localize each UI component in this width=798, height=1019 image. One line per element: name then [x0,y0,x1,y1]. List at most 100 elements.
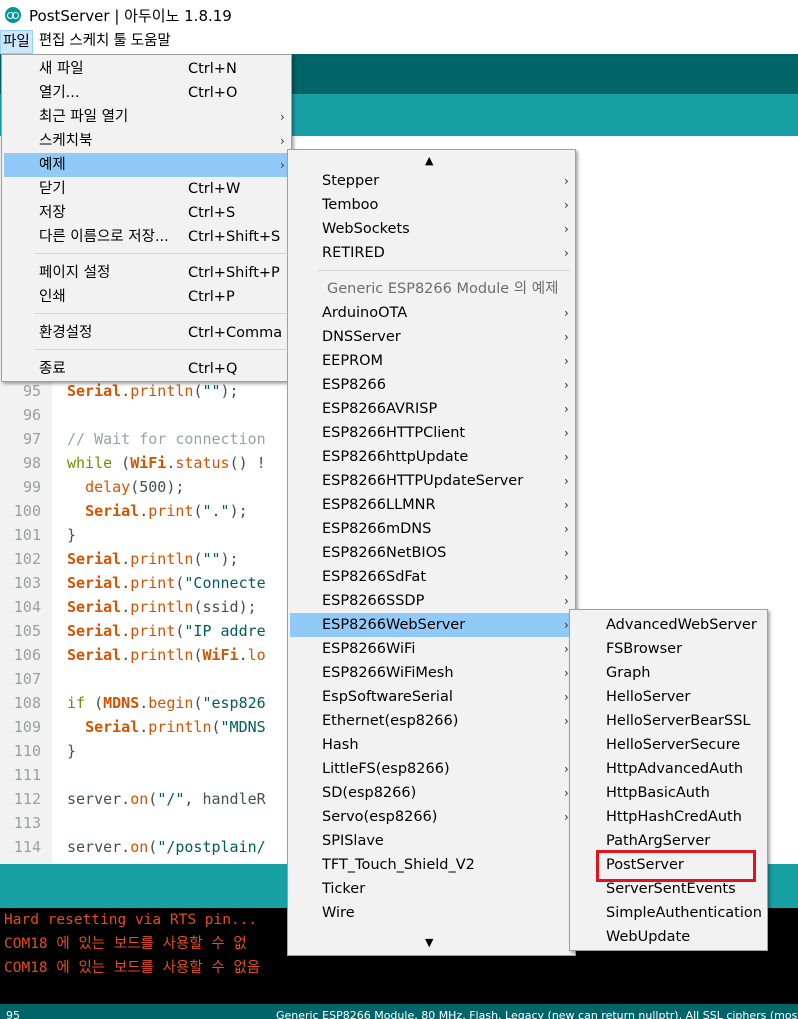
status-footer: 95 Generic ESP8266 Module, 80 MHz, Flash… [0,1004,798,1019]
line-number: 112 [13,790,41,808]
webserver-example-httpbasicauth[interactable]: HttpBasicAuth [572,781,765,805]
examples-item-wire-label: Wire [322,905,355,921]
file-menu-item-preferences-shortcut: Ctrl+Comma [188,325,283,341]
webserver-example-helloserver[interactable]: HelloServer [572,685,765,709]
examples-item-littlefs-esp8266[interactable]: LittleFS(esp8266) › [290,757,573,781]
examples-item-esp8266mdns[interactable]: ESP8266mDNS › [290,517,573,541]
file-menu-item-open[interactable]: 열기... Ctrl+O [4,81,289,105]
file-menu-item-examples[interactable]: 예제 › [4,153,289,177]
menu-tools[interactable]: 툴 [111,30,128,54]
file-menu-item-open-shortcut: Ctrl+O [188,85,238,101]
examples-item-esp8266netbios[interactable]: ESP8266NetBIOS › [290,541,573,565]
file-menu-item-close[interactable]: 닫기 Ctrl+W [4,177,289,201]
line-number: 97 [22,430,41,448]
file-menu-item-print[interactable]: 인쇄 Ctrl+P [4,285,289,309]
menu-separator [34,349,286,350]
examples-item-temboo[interactable]: Temboo › [290,193,573,217]
examples-item-esp8266httpupdate[interactable]: ESP8266httpUpdate › [290,445,573,469]
file-menu-item-sketchbook-label: 스케치북 [39,133,93,149]
examples-item-retired-label: RETIRED [322,245,385,261]
file-menu-item-save[interactable]: 저장 Ctrl+S [4,201,289,225]
menu-edit[interactable]: 편집 [37,30,68,54]
examples-item-esp8266sdfat-label: ESP8266SdFat [322,569,426,585]
webserver-example-helloserverbearssl-label: HelloServerBearSSL [606,713,751,729]
examples-item-esp8266wifi-label: ESP8266WiFi [322,641,416,657]
examples-item-dnsserver[interactable]: DNSServer › [290,325,573,349]
file-menu-item-recent[interactable]: 최근 파일 열기 › [4,105,289,129]
webserver-example-helloserver-label: HelloServer [606,689,691,705]
examples-item-esp8266httpupdateserver[interactable]: ESP8266HTTPUpdateServer › [290,469,573,493]
file-menu-item-page-setup-shortcut: Ctrl+Shift+P [188,265,280,281]
file-menu-item-quit[interactable]: 종료 Ctrl+Q [4,357,289,381]
examples-item-esp8266avrisp[interactable]: ESP8266AVRISP › [290,397,573,421]
examples-item-stepper[interactable]: Stepper › [290,169,573,193]
examples-item-esp8266ssdp[interactable]: ESP8266SSDP › [290,589,573,613]
scroll-down-icon[interactable]: ▼ [425,936,433,949]
examples-item-sd-esp8266[interactable]: SD(esp8266) › [290,781,573,805]
webserver-example-helloserversecure[interactable]: HelloServerSecure [572,733,765,757]
console-line: Hard resetting via RTS pin... [4,912,258,928]
examples-item-esp8266ssdp-label: ESP8266SSDP [322,593,425,609]
examples-item-esp8266avrisp-label: ESP8266AVRISP [322,401,438,417]
chevron-right-icon: › [564,450,569,464]
examples-item-esp8266sdfat[interactable]: ESP8266SdFat › [290,565,573,589]
examples-item-websockets[interactable]: WebSockets › [290,217,573,241]
chevron-right-icon: › [564,522,569,536]
examples-item-ticker[interactable]: Ticker [290,877,573,901]
code-text: Serial.print("IP addre [67,622,266,640]
menu-help[interactable]: 도움말 [129,30,173,54]
file-menu-item-page-setup[interactable]: 페이지 설정 Ctrl+Shift+P [4,261,289,285]
file-menu-item-open-label: 열기... [39,85,80,101]
line-number: 111 [13,766,41,784]
webserver-example-httpbasicauth-label: HttpBasicAuth [606,785,710,801]
webserver-example-graph-label: Graph [606,665,651,681]
examples-item-wire[interactable]: Wire [290,901,573,925]
webserver-example-fsbrowser[interactable]: FSBrowser [572,637,765,661]
menu-file[interactable]: 파일 [0,30,33,54]
file-menu-item-quit-shortcut: Ctrl+Q [188,361,238,377]
file-menu-item-print-shortcut: Ctrl+P [188,289,235,305]
code-text: delay(500); [85,478,185,496]
title-bar: PostServer | 아두이노 1.8.19 [0,0,798,30]
line-number: 100 [13,502,41,520]
examples-item-hash[interactable]: Hash [290,733,573,757]
webserver-example-helloserverbearssl[interactable]: HelloServerBearSSL [572,709,765,733]
examples-item-retired[interactable]: RETIRED › [290,241,573,265]
examples-item-servo-esp8266[interactable]: Servo(esp8266) › [290,805,573,829]
examples-item-tft-touch-shield-v2[interactable]: TFT_Touch_Shield_V2 [290,853,573,877]
examples-item-esp8266wifimesh[interactable]: ESP8266WiFiMesh › [290,661,573,685]
examples-item-arduinoota[interactable]: ArduinoOTA › [290,301,573,325]
code-text: Serial.println("MDNS [85,718,266,736]
line-number: 95 [22,382,41,400]
webserver-example-graph[interactable]: Graph [572,661,765,685]
file-menu-item-quit-label: 종료 [39,361,66,377]
examples-item-tft-touch-shield-v2-label: TFT_Touch_Shield_V2 [322,857,475,873]
code-text: } [67,526,77,544]
file-menu-item-preferences[interactable]: 환경설정 Ctrl+Comma [4,321,289,345]
menu-sketch[interactable]: 스케치 [67,30,111,54]
webserver-example-simpleauthentication-label: SimpleAuthentication [606,905,762,921]
webserver-example-webupdate[interactable]: WebUpdate [572,925,765,949]
file-menu-item-new[interactable]: 새 파일 Ctrl+N [4,57,289,81]
examples-item-esp8266wifi[interactable]: ESP8266WiFi › [290,637,573,661]
examples-item-esp8266httpclient[interactable]: ESP8266HTTPClient › [290,421,573,445]
webserver-example-httpadvancedauth[interactable]: HttpAdvancedAuth [572,757,765,781]
examples-item-esp8266llmnr[interactable]: ESP8266LLMNR › [290,493,573,517]
examples-item-esp8266[interactable]: ESP8266 › [290,373,573,397]
scroll-up-icon[interactable]: ▲ [425,154,433,167]
examples-item-esp8266webserver[interactable]: ESP8266WebServer › [290,613,573,637]
examples-item-spislave[interactable]: SPISlave [290,829,573,853]
webserver-example-advancedwebserver[interactable]: AdvancedWebServer [572,613,765,637]
chevron-right-icon: › [564,426,569,440]
chevron-right-icon: › [564,222,569,236]
line-number: 107 [13,670,41,688]
line-number: 110 [13,742,41,760]
webserver-example-simpleauthentication[interactable]: SimpleAuthentication [572,901,765,925]
file-menu-item-save-as[interactable]: 다른 이름으로 저장... Ctrl+Shift+S [4,225,289,249]
webserver-example-httphashcredauth[interactable]: HttpHashCredAuth [572,805,765,829]
chevron-right-icon: › [280,134,285,148]
examples-item-ethernet-esp8266[interactable]: Ethernet(esp8266) › [290,709,573,733]
file-menu-item-sketchbook[interactable]: 스케치북 › [4,129,289,153]
examples-item-eeprom[interactable]: EEPROM › [290,349,573,373]
examples-item-espsoftwareserial[interactable]: EspSoftwareSerial › [290,685,573,709]
